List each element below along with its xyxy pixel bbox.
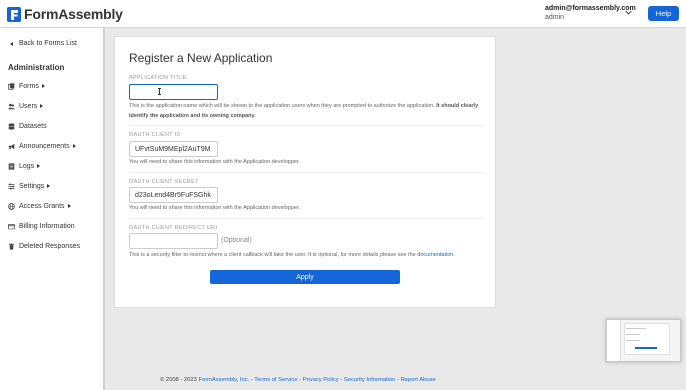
client-secret-help: You will need to share this information …: [129, 205, 301, 211]
credit-card-icon: [8, 223, 15, 230]
redirect-uri-help-end: .: [453, 252, 455, 258]
user-email: admin@formassembly.com: [545, 5, 636, 12]
divider: [129, 125, 485, 126]
brand-name: FormAssembly: [24, 6, 123, 22]
sidebar-item-settings[interactable]: Settings: [8, 180, 51, 192]
thumbnail-line: [626, 334, 640, 335]
caret-right-icon: [40, 104, 44, 108]
sidebar-heading: Administration: [8, 63, 65, 72]
formassembly-logo-icon: [7, 6, 21, 22]
divider: [129, 172, 485, 173]
caret-right-icon: [67, 204, 71, 208]
caret-right-icon: [41, 84, 45, 88]
sliders-icon: [8, 183, 15, 190]
application-title-help-text: This is the application name which will …: [129, 103, 435, 109]
top-header: FormAssembly admin@formassembly.com admi…: [0, 0, 686, 28]
user-role: admin: [545, 14, 565, 21]
back-link-label: Back to Forms List: [19, 40, 77, 47]
thumbnail-line: [626, 340, 640, 341]
client-secret-label: OAUTH CLIENT SECRET: [129, 179, 199, 185]
sidebar-item-label: Users: [19, 102, 38, 110]
back-to-forms-link[interactable]: Back to Forms List: [10, 40, 77, 47]
report-abuse-link[interactable]: Report Abuse: [401, 377, 436, 383]
sidebar-item-label: Forms: [19, 82, 39, 90]
user-menu[interactable]: admin@formassembly.com admin: [545, 5, 636, 21]
security-information-link[interactable]: Security Information: [344, 377, 396, 383]
application-title-help: This is the application name which will …: [129, 101, 479, 121]
divider: [129, 218, 485, 219]
sidebar-item-label: Datasets: [19, 122, 47, 130]
client-id-label: OAUTH CLIENT ID: [129, 132, 181, 138]
sidebar: Back to Forms List Administration Forms …: [0, 28, 105, 390]
trash-icon: [8, 242, 15, 250]
sidebar-item-label: Billing Information: [19, 222, 75, 230]
page-title: Register a New Application: [129, 51, 273, 65]
copyright: © 2008 - 2023: [160, 377, 197, 383]
redirect-uri-help: This is a security filter to restrict wh…: [129, 250, 479, 260]
sidebar-item-users[interactable]: Users: [8, 100, 44, 112]
caret-right-icon: [47, 184, 51, 188]
sidebar-item-announcements[interactable]: Announcements: [8, 140, 76, 152]
client-id-value: UFvtSuM9MEpl2AuT9M: [135, 145, 211, 153]
screenshot-thumbnail[interactable]: [606, 319, 681, 362]
sidebar-item-label: Access Grants: [19, 202, 65, 210]
sidebar-item-datasets[interactable]: Datasets: [8, 120, 47, 132]
redirect-uri-label: OAUTH CLIENT REDIRECT URI: [129, 225, 218, 231]
application-title-input[interactable]: [129, 84, 218, 100]
client-id-help: You will need to share this information …: [129, 159, 301, 165]
page-footer: © 2008 - 2023 FormAssembly, Inc. - Terms…: [160, 377, 436, 383]
caret-right-icon: [37, 164, 41, 168]
help-button[interactable]: Help: [648, 6, 679, 21]
chevron-down-icon[interactable]: [625, 9, 632, 16]
privacy-policy-link[interactable]: Privacy Policy: [303, 377, 339, 383]
forms-icon: [8, 82, 15, 90]
sidebar-item-label: Logs: [19, 162, 35, 170]
megaphone-icon: [8, 143, 15, 150]
sidebar-item-label: Settings: [19, 182, 45, 190]
redirect-uri-input[interactable]: [129, 233, 218, 249]
globe-icon: [8, 202, 15, 210]
optional-tag: (Optional): [221, 237, 252, 244]
text-cursor-icon: [158, 88, 161, 95]
documentation-link[interactable]: documentation: [417, 252, 453, 258]
caret-right-icon: [72, 144, 76, 148]
client-secret-value: d23oLend4Br5FuFSGhk: [135, 191, 211, 199]
sidebar-item-label: Deleted Responses: [19, 242, 81, 250]
sidebar-item-access-grants[interactable]: Access Grants: [8, 200, 71, 212]
thumbnail-line: [626, 328, 646, 329]
application-title-label: APPLICATION TITLE: [129, 75, 187, 81]
redirect-uri-help-text: This is a security filter to restrict wh…: [129, 252, 416, 258]
apply-button[interactable]: Apply: [210, 270, 400, 284]
caret-left-icon: [10, 41, 13, 46]
sidebar-item-logs[interactable]: Logs: [8, 160, 41, 172]
terms-of-service-link[interactable]: Terms of Service: [254, 377, 297, 383]
company-link[interactable]: FormAssembly, Inc.: [198, 377, 249, 383]
sidebar-item-billing[interactable]: Billing Information: [8, 220, 75, 232]
database-icon: [8, 122, 15, 130]
register-application-card: Register a New Application APPLICATION T…: [114, 36, 496, 308]
sidebar-item-label: Announcements: [19, 142, 70, 150]
thumbnail-sidebar: [607, 320, 621, 361]
thumbnail-button: [635, 347, 657, 349]
users-icon: [8, 103, 15, 110]
client-id-input[interactable]: UFvtSuM9MEpl2AuT9M: [129, 141, 218, 157]
sidebar-item-deleted-responses[interactable]: Deleted Responses: [8, 240, 80, 252]
brand-logo[interactable]: FormAssembly: [7, 6, 123, 22]
sidebar-item-forms[interactable]: Forms: [8, 80, 45, 92]
logs-icon: [8, 162, 15, 170]
client-secret-input[interactable]: d23oLend4Br5FuFSGhk: [129, 187, 218, 203]
